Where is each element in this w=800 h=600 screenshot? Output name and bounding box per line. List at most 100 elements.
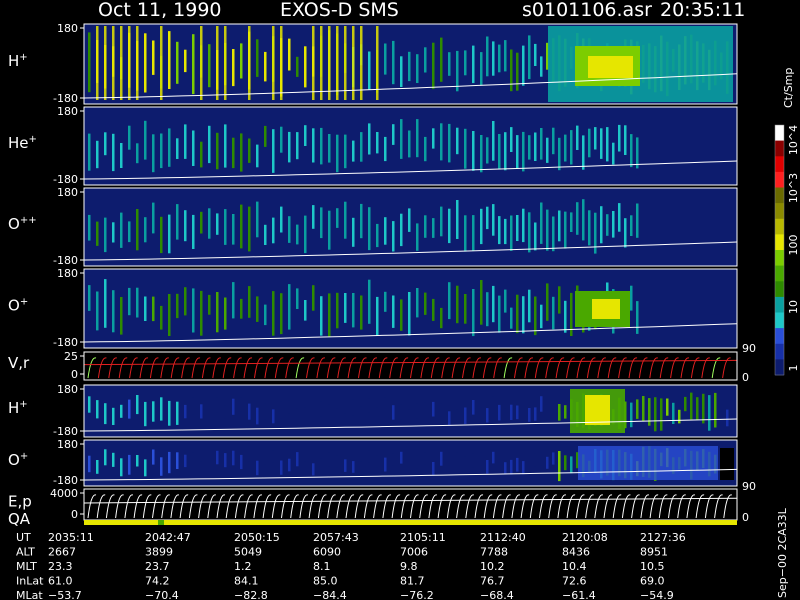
spectrogram-stripe	[96, 400, 99, 419]
colorbar-unit: Ct/Smp	[782, 68, 795, 108]
spectrogram-stripe	[256, 201, 259, 238]
spectrogram-stripe	[424, 215, 427, 238]
spectrogram-stripe	[144, 120, 147, 160]
spectrogram-stripe	[492, 204, 495, 236]
footer-cell: 10.4	[562, 560, 587, 573]
spectrogram-stripe	[408, 409, 411, 425]
spectrogram-stripe	[232, 282, 235, 319]
spectrogram-stripe	[200, 290, 203, 336]
spectrogram-stripe	[216, 292, 219, 333]
spectrogram-stripe	[336, 208, 339, 228]
spectrogram-stripe	[384, 397, 387, 414]
spectrogram-stripe	[600, 128, 603, 159]
spectrogram-stripe	[344, 293, 347, 323]
spectrogram-stripe	[392, 405, 395, 420]
spectrogram-stripe	[304, 125, 307, 146]
footer-cell: 8436	[562, 546, 590, 559]
spectrogram-stripe	[618, 203, 621, 232]
spectrogram-stripe	[480, 280, 483, 325]
spectrogram-stripe	[88, 214, 91, 241]
spectrogram-stripe	[448, 282, 451, 320]
footer-cell: −76.2	[400, 589, 434, 600]
sms-spectrogram-figure: Oct 11, 1990 EXOS-D SMS s0101106.asr 20:…	[0, 0, 800, 600]
footer-cell: 81.7	[400, 575, 425, 588]
panel-3: 180-180O+90	[8, 267, 756, 355]
spectrogram-stripe	[636, 399, 639, 419]
panel-label-superscript: +	[19, 399, 27, 410]
spectrogram-stripe	[152, 449, 155, 465]
spectrogram-stripe	[208, 125, 211, 164]
panel-label-superscript: +	[19, 52, 27, 63]
panel-6: 180-180O+90	[8, 438, 756, 493]
spectrogram-stripe	[424, 452, 427, 465]
spectrogram-stripe	[200, 26, 203, 100]
spectrogram-stripe	[216, 213, 219, 235]
spectrogram-stripe	[510, 127, 513, 152]
footer-cell: 74.2	[145, 575, 170, 588]
footer-cell: 2042:47	[145, 531, 191, 544]
spectrogram-stripe	[464, 294, 467, 324]
spectrogram-stripe	[588, 210, 591, 246]
spectrogram-stripe	[552, 216, 555, 252]
spectrogram-stripe	[552, 296, 555, 330]
spectrogram-stripe	[88, 396, 91, 413]
spectrogram-stripe	[472, 453, 475, 468]
spectrogram-stripe	[120, 404, 123, 418]
footer-cell: −70.4	[145, 589, 179, 600]
spectrogram-stripe	[528, 35, 531, 80]
spectrogram-stripe	[392, 453, 395, 466]
spectrogram-stripe	[440, 123, 443, 161]
spectrogram-stripe	[256, 460, 259, 476]
spectrogram-stripe	[540, 304, 543, 329]
spectrogram-stripe	[360, 203, 363, 239]
spectrogram-stripe	[248, 206, 251, 252]
spectrogram-stripe	[192, 452, 195, 465]
panel-label-superscript: +	[20, 297, 28, 308]
spectrogram-stripe	[440, 37, 443, 82]
spectrogram-stripe	[630, 215, 633, 236]
y-tick-label: -180	[53, 173, 78, 186]
panel-label: V,r	[8, 354, 30, 372]
colorbar-tick-label: 1	[787, 365, 800, 372]
spectrogram-stripe	[472, 400, 475, 415]
spectrogram-stripe	[432, 128, 435, 149]
qa-label: QA	[8, 510, 31, 528]
spectrogram-stripe	[168, 31, 171, 90]
spectrogram-stripe	[224, 124, 227, 168]
spectrogram-stripe	[678, 409, 681, 424]
panel-label-superscript: +	[29, 134, 37, 145]
spectrogram-stripe	[516, 294, 519, 334]
spectrogram-stripe	[272, 409, 275, 424]
footer-cell: 69.0	[640, 575, 665, 588]
spectrogram-stripe	[160, 457, 163, 476]
spectrogram-stripe	[248, 138, 251, 163]
footer-cell: 23.3	[48, 560, 73, 573]
spectrogram-stripe	[256, 39, 259, 77]
spectrogram-stripe	[510, 459, 513, 475]
spectrogram-stripe	[168, 128, 171, 167]
footer-cell: −54.9	[640, 589, 674, 600]
spectrogram-stripe	[702, 393, 705, 424]
footer-row-name: MLat	[16, 589, 43, 600]
spectrogram-stripe	[184, 454, 187, 468]
spectrogram-stripe	[558, 404, 561, 421]
y-tick-label: -180	[53, 92, 78, 105]
spectrogram-stripe	[192, 397, 195, 415]
footer-cell: −82.8	[234, 589, 268, 600]
spectrogram-stripe	[312, 285, 315, 311]
spectrogram-stripe	[368, 207, 371, 251]
footer-cell: 6090	[313, 546, 341, 559]
spectrogram-blob	[592, 299, 620, 319]
spectrogram-stripe	[376, 132, 379, 154]
spectrogram-stripe	[492, 41, 495, 76]
spectrogram-stripe	[416, 54, 419, 83]
spectrogram-stripe	[486, 460, 489, 474]
spectrogram-stripe	[352, 26, 355, 100]
spectrogram-stripe	[440, 403, 443, 417]
spectrogram-stripe	[456, 285, 459, 324]
spectrogram-stripe	[464, 456, 467, 471]
footer-cell: 10.2	[480, 560, 505, 573]
panel-1: 180-180He+	[8, 105, 738, 186]
spectrogram-stripe	[112, 407, 115, 425]
spectrogram-stripe	[224, 453, 227, 468]
